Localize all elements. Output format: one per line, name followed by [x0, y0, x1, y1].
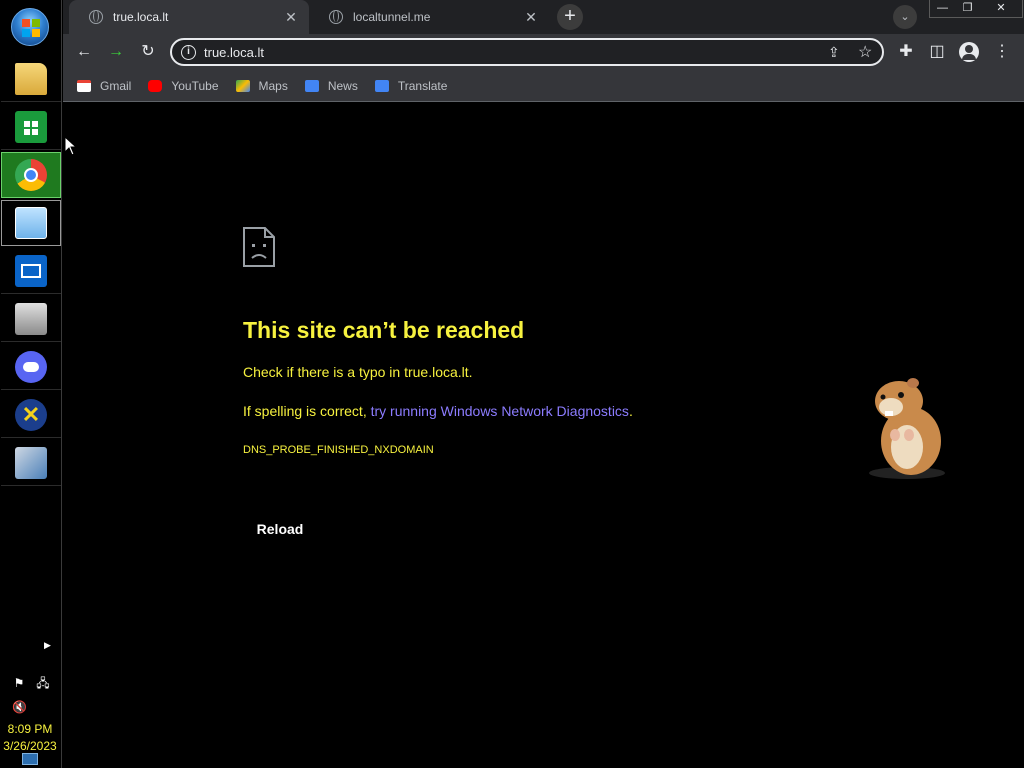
- mouse-cursor-icon: [64, 136, 78, 156]
- taskbar-item-tool[interactable]: [1, 296, 61, 342]
- close-tab-icon[interactable]: ✕: [523, 9, 539, 26]
- start-button[interactable]: [11, 8, 49, 46]
- toolbar: ← → ↻ i true.loca.lt ⇪ ☆ ✚ ◫ ⋮: [63, 34, 1024, 70]
- error-code: DNS_PROBE_FINISHED_NXDOMAIN: [243, 444, 434, 456]
- taskbar-item-discord[interactable]: [1, 344, 61, 390]
- site-info-icon[interactable]: i: [181, 45, 196, 60]
- tab-strip: true.loca.lt ✕ localtunnel.me ✕ + ⌄ — ❐ …: [63, 0, 1024, 34]
- taskbar-item-chrome[interactable]: [1, 152, 61, 198]
- bookmark-label: Gmail: [100, 78, 132, 93]
- youtube-icon: [148, 79, 163, 92]
- profile-avatar[interactable]: [959, 42, 979, 62]
- bookmark-label: Maps: [258, 78, 288, 93]
- printer-icon: [15, 302, 47, 335]
- window-controls: — ❐ ✕: [929, 0, 1023, 18]
- restore-button[interactable]: ❐: [955, 0, 980, 17]
- x-icon: ✕: [15, 398, 47, 431]
- tab-label: localtunnel.me: [353, 10, 431, 24]
- reload-icon-button[interactable]: ↻: [136, 40, 160, 64]
- sad-document-icon: [243, 227, 275, 267]
- taskbar-item-xampp[interactable]: ✕: [1, 392, 61, 438]
- tab-search-button[interactable]: ⌄: [893, 5, 917, 29]
- network-icon[interactable]: 🖧: [36, 676, 50, 690]
- minimize-button[interactable]: —: [930, 0, 955, 17]
- maps-icon: [235, 79, 250, 92]
- tray-expand-icon[interactable]: ▶: [44, 640, 51, 651]
- hamster-image: [869, 378, 945, 479]
- new-tab-button[interactable]: +: [557, 4, 583, 30]
- bookmark-label: News: [327, 78, 358, 93]
- discord-icon: [15, 350, 47, 383]
- tab-localtunnel[interactable]: localtunnel.me ✕: [309, 0, 549, 34]
- bookmark-news[interactable]: News: [304, 78, 358, 93]
- globe-icon: [89, 10, 103, 24]
- share-icon[interactable]: ⇪: [828, 44, 840, 61]
- taskbar-item-app[interactable]: [1, 440, 61, 486]
- bookmark-translate[interactable]: Translate: [374, 78, 448, 93]
- url-text[interactable]: true.loca.lt: [204, 45, 264, 60]
- gmail-icon: [77, 79, 91, 92]
- clock-date[interactable]: 3/26/2023: [0, 739, 60, 753]
- chrome-icon: [15, 159, 47, 191]
- close-tab-icon[interactable]: ✕: [283, 9, 299, 26]
- globe-icon: [329, 10, 343, 24]
- tab-true-loca-lt[interactable]: true.loca.lt ✕: [69, 0, 309, 34]
- taskbar-item-mail[interactable]: [1, 248, 61, 294]
- forward-button[interactable]: →: [104, 40, 128, 64]
- store-icon: [15, 110, 47, 143]
- side-panel-icon[interactable]: ◫: [925, 40, 949, 64]
- folder-icon: [15, 62, 47, 95]
- suggestion-prefix: If spelling is correct,: [243, 403, 371, 419]
- bookmark-gmail[interactable]: Gmail: [77, 79, 131, 93]
- bookmark-label: Translate: [397, 78, 448, 93]
- action-center-flag-icon[interactable]: ⚑: [12, 676, 26, 690]
- bookmark-maps[interactable]: Maps: [235, 78, 288, 93]
- app-icon: [15, 446, 47, 479]
- translate-icon: [374, 79, 389, 92]
- bookmark-star-icon[interactable]: ☆: [858, 42, 872, 62]
- bookmarks-bar: Gmail YouTube Maps News Translate: [63, 70, 1024, 102]
- news-icon: [304, 79, 319, 92]
- bookmark-youtube[interactable]: YouTube: [148, 78, 219, 93]
- menu-icon[interactable]: ⋮: [990, 40, 1014, 64]
- show-desktop-button[interactable]: [22, 753, 38, 765]
- diagnostics-link[interactable]: try running Windows Network Diagnostics: [371, 403, 629, 419]
- error-suggestion-typo: Check if there is a typo in true.loca.lt…: [243, 364, 473, 380]
- clock-time[interactable]: 8:09 PM: [0, 722, 60, 736]
- taskbar-item-store[interactable]: [1, 104, 61, 150]
- windows-logo-icon: [22, 19, 40, 37]
- error-suggestion-diagnostics: If spelling is correct, try running Wind…: [243, 403, 633, 419]
- taskbar: ✕ ▶ ⚑ 🖧 🔇 8:09 PM 3/26/2023: [0, 0, 62, 768]
- taskbar-item-file-explorer[interactable]: [1, 56, 61, 102]
- suggestion-suffix: .: [628, 403, 633, 419]
- notepad-icon: [15, 207, 47, 239]
- bookmark-label: YouTube: [171, 78, 219, 93]
- volume-muted-icon[interactable]: 🔇: [12, 700, 27, 714]
- tab-label: true.loca.lt: [113, 10, 169, 24]
- error-title: This site can’t be reached: [243, 317, 525, 343]
- error-page: This site can’t be reached Check if ther…: [63, 103, 1024, 768]
- extensions-icon[interactable]: ✚: [894, 40, 918, 64]
- system-tray: ▶ ⚑ 🖧 🔇 8:09 PM 3/26/2023: [0, 638, 62, 768]
- mail-icon: [15, 254, 47, 287]
- address-bar[interactable]: i true.loca.lt ⇪ ☆: [170, 38, 884, 66]
- taskbar-item-notepad[interactable]: [1, 200, 61, 246]
- browser-window: true.loca.lt ✕ localtunnel.me ✕ + ⌄ — ❐ …: [63, 0, 1024, 768]
- close-window-button[interactable]: ✕: [980, 0, 1022, 17]
- back-button[interactable]: ←: [72, 40, 96, 64]
- reload-button[interactable]: Reload: [243, 514, 317, 544]
